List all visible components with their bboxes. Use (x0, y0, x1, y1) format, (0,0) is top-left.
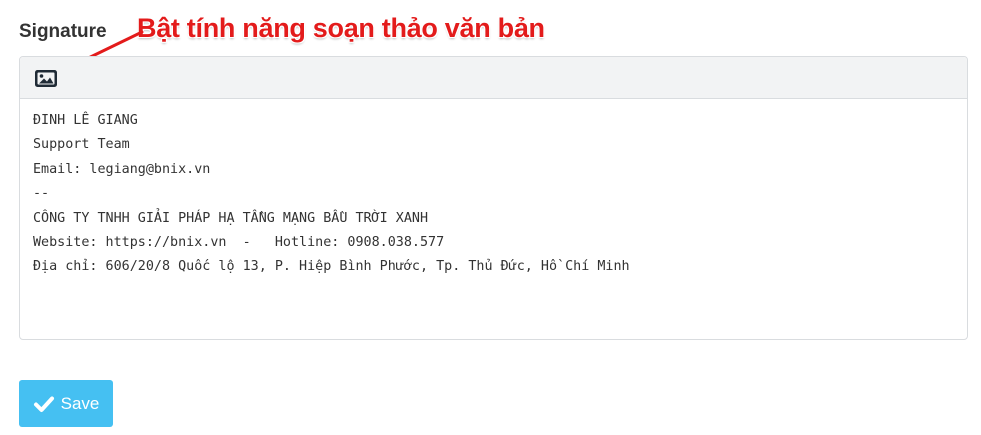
signature-textarea[interactable]: ĐINH LÊ GIANG Support Team Email: legian… (33, 109, 954, 280)
signature-line: Support Team (33, 137, 130, 153)
toggle-rich-editor-button[interactable] (32, 66, 60, 90)
editor-toolbar (20, 57, 967, 99)
image-icon (35, 69, 57, 87)
signature-line: ĐINH LÊ GIANG (33, 113, 138, 128)
save-button[interactable]: Save (19, 380, 113, 427)
annotation-label: Bật tính năng soạn thảo văn bản (137, 13, 545, 43)
signature-line: Địa chỉ: 606/20/8 Quốc lộ 13, P. Hiệp Bì… (33, 259, 630, 275)
check-icon (33, 396, 54, 412)
signature-line: Website: https://bnix.vn - Hotline: 0908… (33, 235, 445, 251)
signature-editor: ĐINH LÊ GIANG Support Team Email: legian… (19, 56, 968, 340)
signature-line: -- (33, 186, 50, 202)
signature-line: Email: legiang@bnix.vn (33, 161, 211, 177)
signature-line: CÔNG TY TNHH GIẢI PHÁP HẠ TẦNG MẠNG BẦU … (33, 210, 429, 226)
save-button-label: Save (60, 393, 100, 413)
